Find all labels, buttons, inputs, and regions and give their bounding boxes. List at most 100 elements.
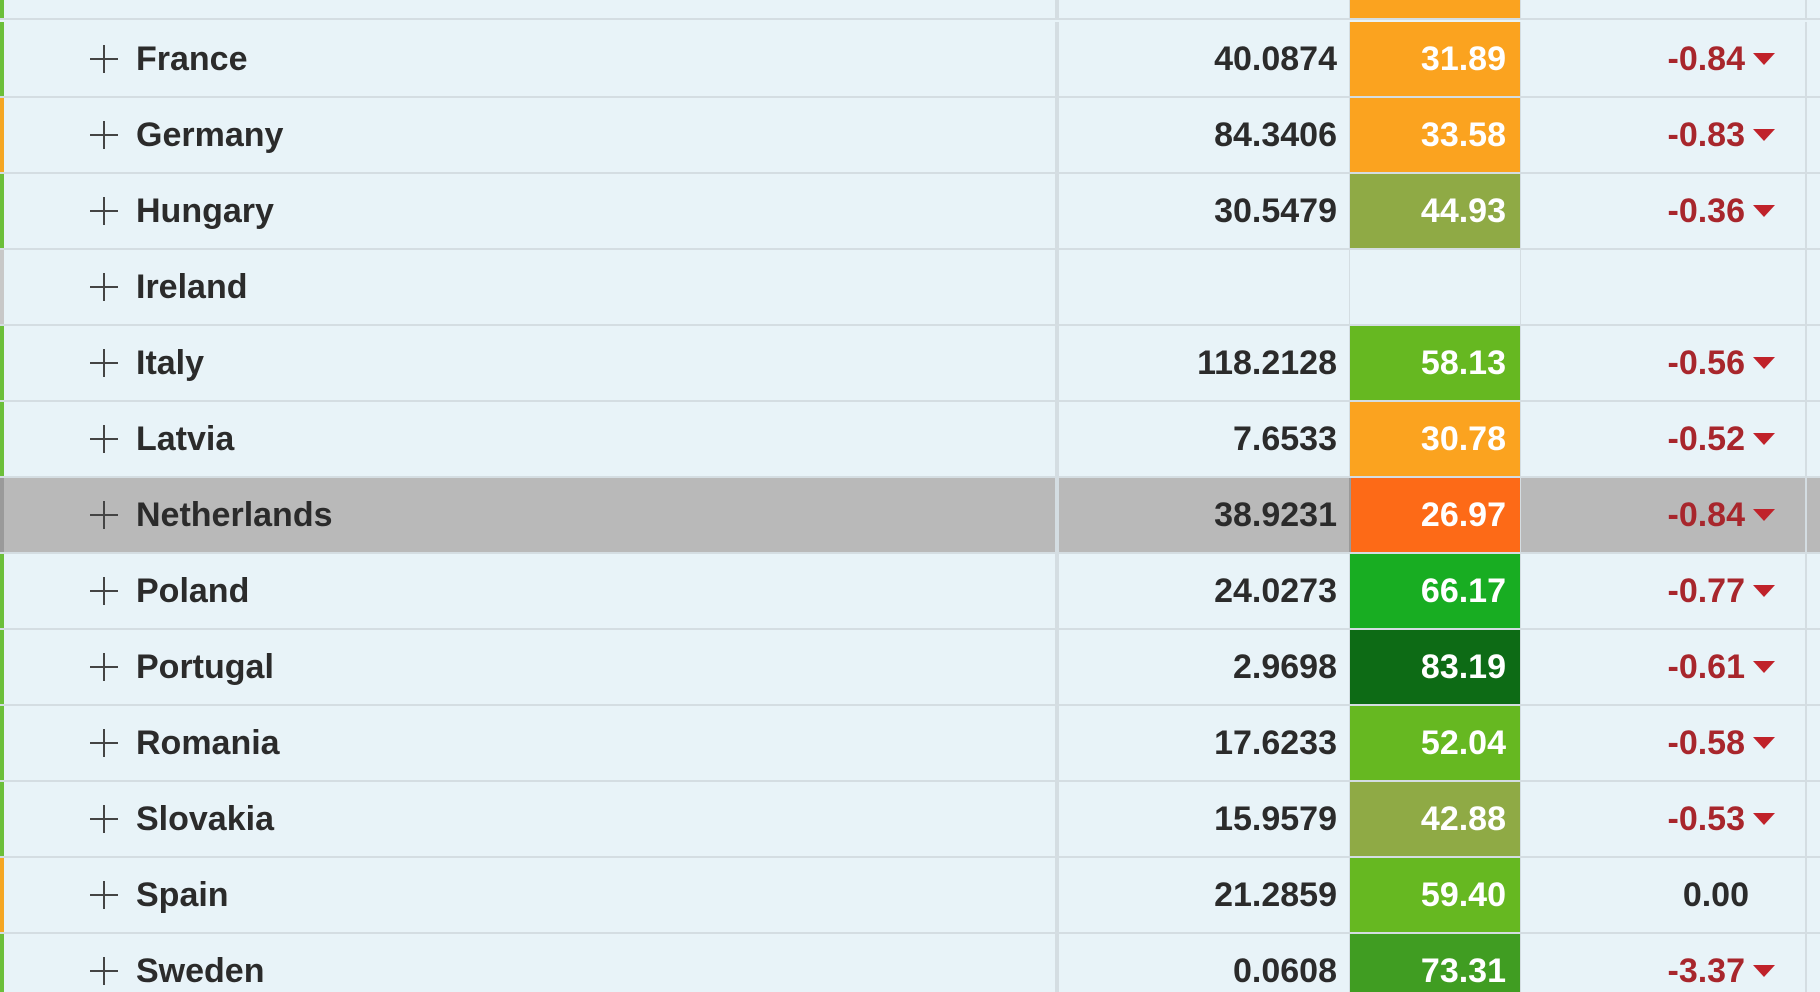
country-name: Latvia bbox=[136, 419, 235, 458]
change-cell: -3.37 bbox=[1521, 934, 1807, 992]
country-name: Hungary bbox=[136, 191, 274, 230]
change-cell: 0.00 bbox=[1521, 858, 1807, 932]
expand-plus-icon[interactable] bbox=[90, 197, 118, 225]
country-cell: Italy bbox=[4, 326, 1059, 400]
expand-plus-icon[interactable] bbox=[90, 121, 118, 149]
table-row[interactable]: France 40.0874 31.89 -0.84 bbox=[0, 22, 1820, 98]
arrow-down-icon bbox=[1753, 357, 1775, 369]
value-cell: 2.9698 bbox=[1233, 647, 1337, 686]
value-cell: 118.2128 bbox=[1197, 343, 1337, 382]
table-row[interactable]: Romania 17.6233 52.04 -0.58 bbox=[0, 706, 1820, 782]
arrow-down-icon bbox=[1753, 129, 1775, 141]
country-cell: Sweden bbox=[4, 934, 1059, 992]
arrow-down-icon bbox=[1753, 433, 1775, 445]
table-row[interactable]: Germany 84.3406 33.58 -0.83 bbox=[0, 98, 1820, 174]
change-cell: -0.83 bbox=[1521, 98, 1807, 172]
expand-plus-icon[interactable] bbox=[90, 881, 118, 909]
expand-plus-icon[interactable] bbox=[90, 425, 118, 453]
change-value: 0.00 bbox=[1682, 875, 1749, 914]
table-row[interactable]: Netherlands 38.9231 26.97 -0.84 bbox=[0, 478, 1820, 554]
country-cell: Hungary bbox=[4, 174, 1059, 248]
value-cell: 30.5479 bbox=[1214, 191, 1337, 230]
change-cell: -0.36 bbox=[1521, 174, 1807, 248]
table-row[interactable]: Sweden 0.0608 73.31 -3.37 bbox=[0, 934, 1820, 992]
country-cell: Latvia bbox=[4, 402, 1059, 476]
country-cell: Slovakia bbox=[4, 782, 1059, 856]
country-name: Netherlands bbox=[136, 495, 333, 534]
arrow-down-icon bbox=[1753, 813, 1775, 825]
change-value: -0.58 bbox=[1667, 723, 1746, 762]
change-value: -0.53 bbox=[1667, 799, 1746, 838]
country-name: Sweden bbox=[136, 951, 265, 990]
country-name: Slovakia bbox=[136, 799, 274, 838]
arrow-down-icon bbox=[1753, 965, 1775, 977]
expand-plus-icon[interactable] bbox=[90, 577, 118, 605]
expand-plus-icon[interactable] bbox=[90, 45, 118, 73]
expand-plus-icon[interactable] bbox=[90, 805, 118, 833]
table-row[interactable]: Slovakia 15.9579 42.88 -0.53 bbox=[0, 782, 1820, 858]
country-table: France 40.0874 31.89 -0.84 Germany 84.3406 33.… bbox=[0, 0, 1820, 992]
country-name: France bbox=[136, 39, 248, 78]
score-cell bbox=[1349, 250, 1521, 324]
country-name: Romania bbox=[136, 723, 280, 762]
value-cell: 21.2859 bbox=[1214, 875, 1337, 914]
arrow-down-icon bbox=[1753, 737, 1775, 749]
country-cell: Poland bbox=[4, 554, 1059, 628]
country-name: Poland bbox=[136, 571, 250, 610]
country-cell: Ireland bbox=[4, 250, 1059, 324]
score-cell: 83.19 bbox=[1349, 630, 1521, 704]
expand-plus-icon[interactable] bbox=[90, 501, 118, 529]
country-name: Spain bbox=[136, 875, 229, 914]
country-name: Germany bbox=[136, 115, 284, 154]
change-value: -0.52 bbox=[1667, 419, 1746, 458]
country-name: Italy bbox=[136, 343, 205, 382]
table-row[interactable]: Spain 21.2859 59.40 0.00 bbox=[0, 858, 1820, 934]
change-cell: -0.52 bbox=[1521, 402, 1807, 476]
change-cell: -0.77 bbox=[1521, 554, 1807, 628]
change-value: -0.77 bbox=[1667, 571, 1746, 610]
change-value: -3.37 bbox=[1667, 951, 1746, 990]
value-cell: 7.6533 bbox=[1233, 419, 1337, 458]
expand-plus-icon[interactable] bbox=[90, 729, 118, 757]
score-cell: 66.17 bbox=[1349, 554, 1521, 628]
score-cell: 26.97 bbox=[1349, 478, 1521, 552]
score-cell: 44.93 bbox=[1349, 174, 1521, 248]
arrow-down-icon bbox=[1753, 53, 1775, 65]
table-row[interactable]: Poland 24.0273 66.17 -0.77 bbox=[0, 554, 1820, 630]
score-cell: 30.78 bbox=[1349, 402, 1521, 476]
change-value: -0.83 bbox=[1667, 115, 1746, 154]
score-cell: 58.13 bbox=[1349, 326, 1521, 400]
country-cell: Germany bbox=[4, 98, 1059, 172]
table-row[interactable]: Hungary 30.5479 44.93 -0.36 bbox=[0, 174, 1820, 250]
arrow-down-icon bbox=[1753, 661, 1775, 673]
table-row[interactable]: Latvia 7.6533 30.78 -0.52 bbox=[0, 402, 1820, 478]
table-row[interactable]: Italy 118.2128 58.13 -0.56 bbox=[0, 326, 1820, 402]
partial-score-cell bbox=[1349, 0, 1521, 18]
country-name: Portugal bbox=[136, 647, 274, 686]
expand-plus-icon[interactable] bbox=[90, 957, 118, 985]
country-cell: Netherlands bbox=[4, 478, 1059, 552]
value-cell: 40.0874 bbox=[1214, 39, 1337, 78]
expand-plus-icon[interactable] bbox=[90, 349, 118, 377]
value-cell: 15.9579 bbox=[1214, 799, 1337, 838]
score-cell: 73.31 bbox=[1349, 934, 1521, 992]
change-cell: -0.58 bbox=[1521, 706, 1807, 780]
expand-plus-icon[interactable] bbox=[90, 273, 118, 301]
change-value: -0.36 bbox=[1667, 191, 1746, 230]
value-cell: 84.3406 bbox=[1214, 115, 1337, 154]
country-cell: Portugal bbox=[4, 630, 1059, 704]
value-cell: 38.9231 bbox=[1214, 495, 1337, 534]
change-cell: -0.56 bbox=[1521, 326, 1807, 400]
table-row[interactable]: Ireland bbox=[0, 250, 1820, 326]
table-row[interactable]: Portugal 2.9698 83.19 -0.61 bbox=[0, 630, 1820, 706]
expand-plus-icon[interactable] bbox=[90, 653, 118, 681]
value-cell bbox=[1059, 250, 1349, 324]
value-cell: 17.6233 bbox=[1214, 723, 1337, 762]
change-value: -0.84 bbox=[1667, 39, 1746, 78]
change-cell: -0.53 bbox=[1521, 782, 1807, 856]
value-cell: 0.0608 bbox=[1233, 951, 1337, 990]
arrow-down-icon bbox=[1753, 585, 1775, 597]
change-cell: -0.84 bbox=[1521, 22, 1807, 96]
change-cell bbox=[1521, 250, 1807, 324]
partial-top-row bbox=[0, 0, 1820, 20]
